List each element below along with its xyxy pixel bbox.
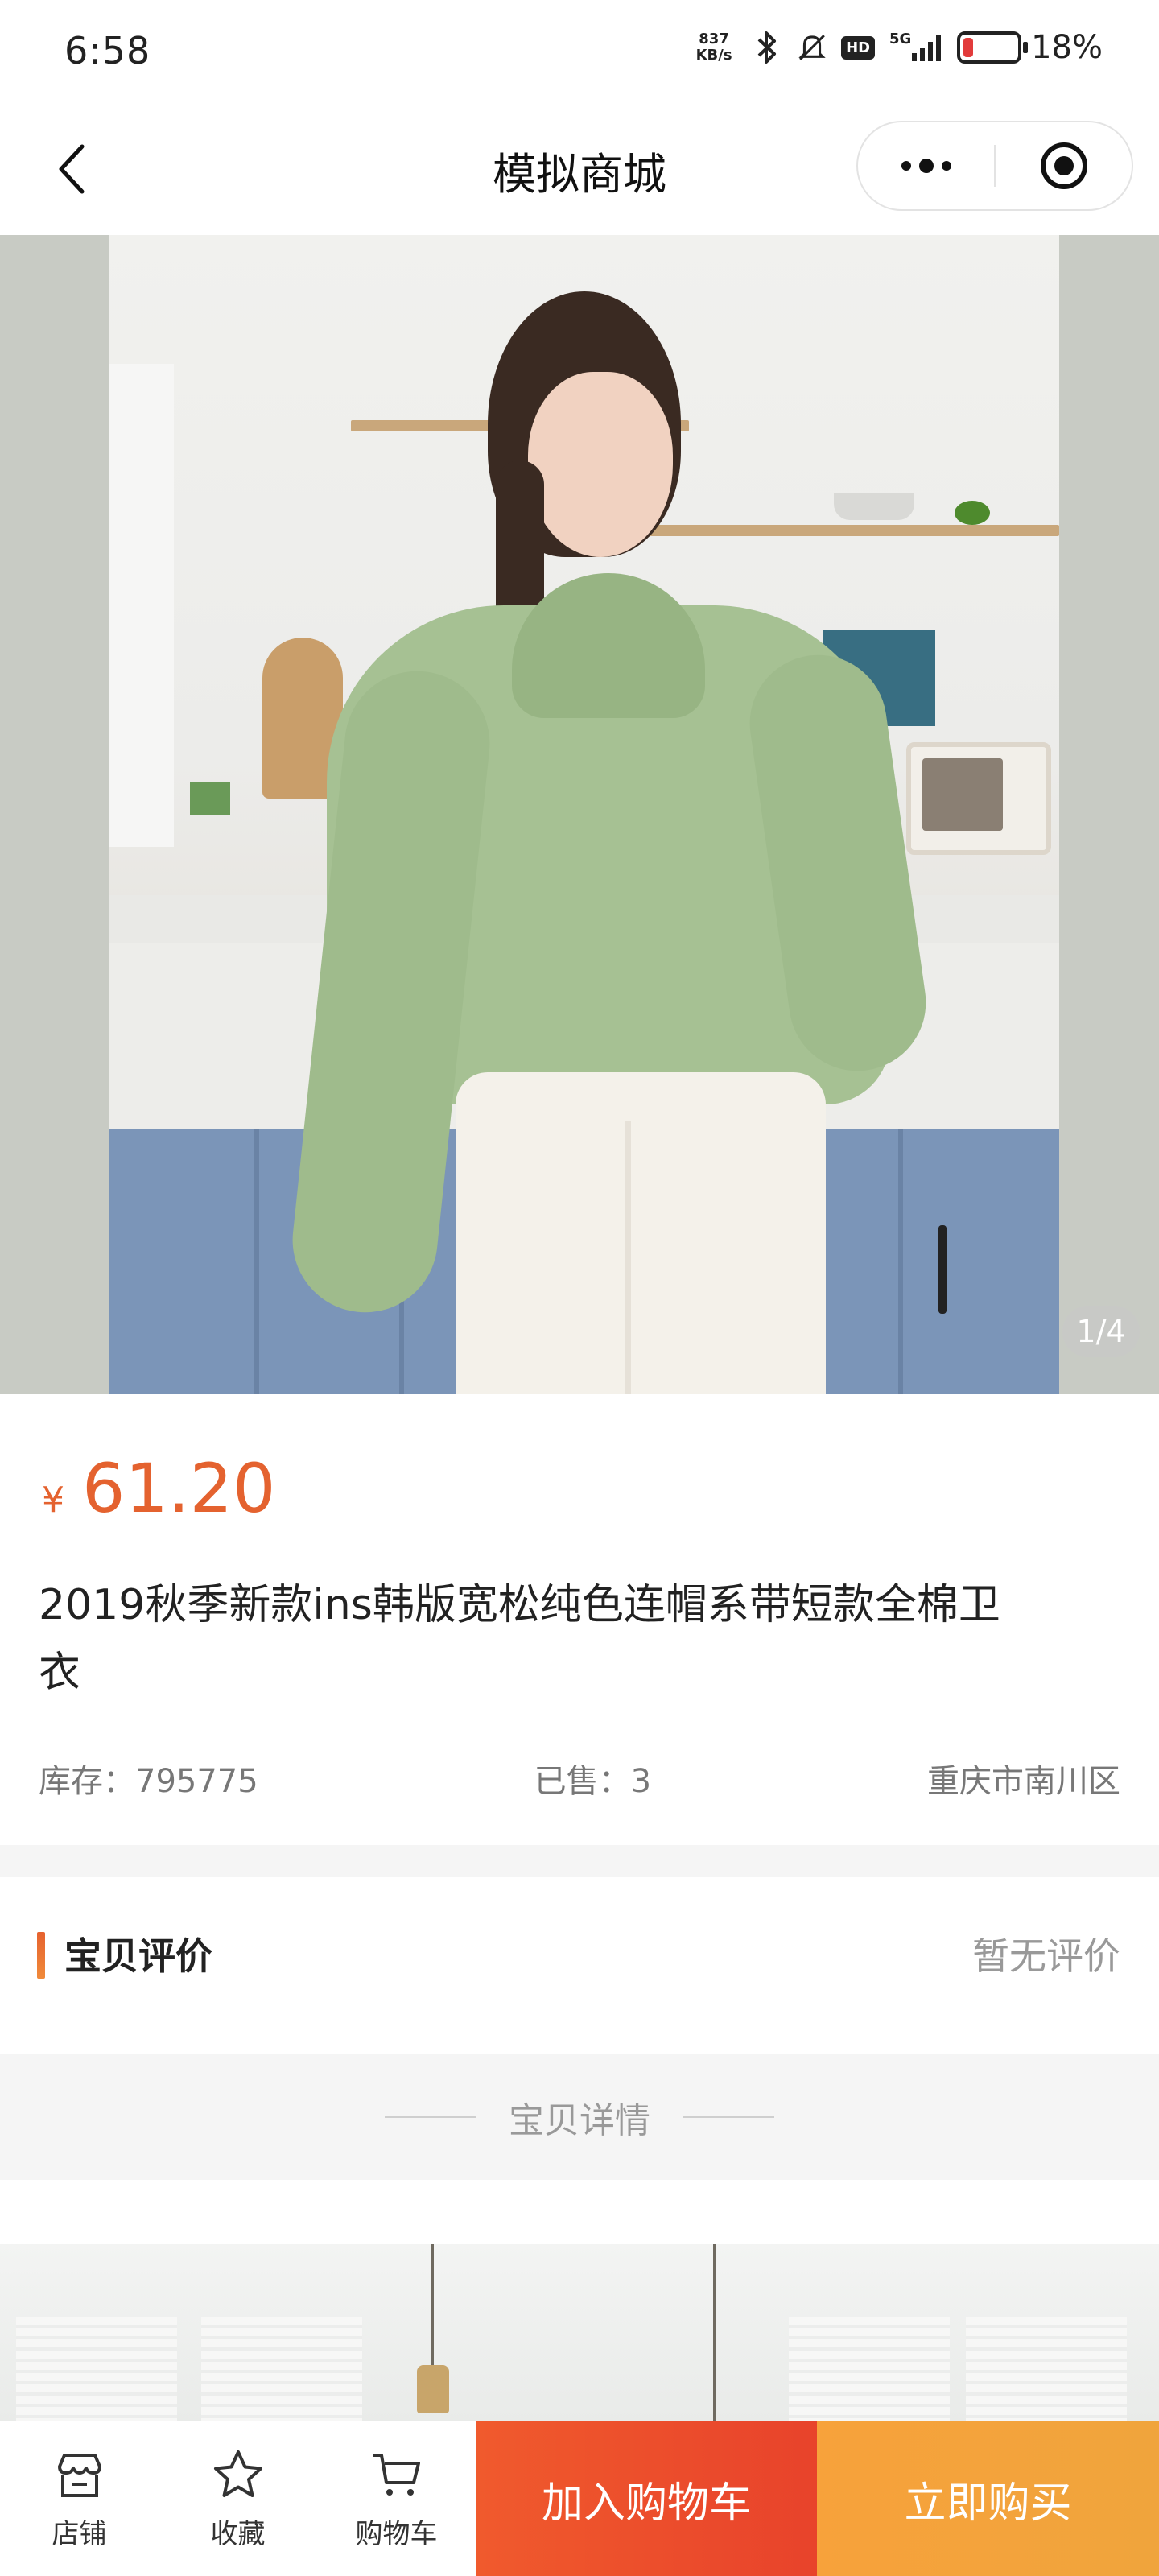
tab-cart-label: 购物车: [355, 2517, 438, 2550]
status-bar: 6:58 837 KB/s HD 5G 18%: [0, 0, 1159, 108]
details-heading: 宝贝详情: [509, 2100, 650, 2141]
price: ¥ 61.20: [42, 1449, 275, 1528]
status-time: 6:58: [64, 29, 151, 72]
product-photo: [109, 235, 1059, 1394]
details-header: 宝贝详情: [0, 2054, 1159, 2180]
battery-percent: 18%: [1031, 29, 1103, 66]
review-title: 宝贝评价: [64, 1934, 212, 1978]
bluetooth-icon: [751, 29, 783, 66]
tab-favorite-label: 收藏: [210, 2517, 266, 2550]
section-accent-bar: [37, 1932, 45, 1979]
location-text: 重庆市南川区: [927, 1763, 1120, 1800]
net-speed-value: 837: [699, 31, 729, 47]
nav-bar: 模拟商城: [0, 108, 1159, 235]
price-value: 61.20: [82, 1449, 276, 1528]
tab-store-label: 店铺: [52, 2517, 107, 2550]
detail-image: [0, 2244, 1159, 2421]
buy-now-button[interactable]: 立即购买: [817, 2421, 1159, 2576]
stock-text: 库存：795775: [39, 1763, 258, 1800]
review-section[interactable]: 宝贝评价 暂无评价: [0, 1877, 1159, 2054]
details-line-right: [683, 2116, 774, 2118]
network-speed: 837 KB/s: [690, 31, 738, 64]
close-mini-program-button[interactable]: [996, 122, 1132, 209]
cart-icon: [373, 2453, 420, 2496]
store-icon: [57, 2453, 101, 2497]
star-icon: [213, 2450, 262, 2497]
mute-icon: [796, 29, 828, 66]
signal-icon: 5G: [888, 29, 944, 66]
product-info: ¥ 61.20 2019秋季新款ins韩版宽松纯色连帽系带短款全棉卫衣 库存：7…: [0, 1394, 1159, 1845]
sold-text: 已售：3: [534, 1763, 652, 1800]
tab-cart[interactable]: 购物车: [317, 2421, 476, 2576]
net-speed-unit: KB/s: [695, 47, 732, 64]
product-image-carousel[interactable]: 1/4: [0, 235, 1159, 1394]
add-to-cart-button[interactable]: 加入购物车: [476, 2421, 817, 2576]
hd-icon: HD: [841, 35, 876, 60]
tab-favorite[interactable]: 收藏: [159, 2421, 317, 2576]
more-button[interactable]: [858, 122, 994, 209]
more-icon: [901, 159, 951, 173]
details-line-left: [385, 2116, 476, 2118]
battery-body: [957, 31, 1029, 64]
mini-program-capsule: [856, 121, 1133, 211]
review-empty-text: 暂无评价: [972, 1934, 1120, 1978]
bottom-action-bar: 店铺 收藏 购物车 加入购物车 立即购买: [0, 2421, 1159, 2576]
status-icons: 837 KB/s HD 5G 18%: [690, 29, 1103, 66]
tab-store[interactable]: 店铺: [0, 2421, 159, 2576]
carousel-counter: 1/4: [1062, 1306, 1140, 1357]
section-divider: [0, 1845, 1159, 1877]
product-title: 2019秋季新款ins韩版宽松纯色连帽系带短款全棉卫衣: [39, 1581, 1000, 1697]
battery-fill: [963, 38, 974, 57]
target-icon: [1040, 142, 1087, 189]
product-meta: 库存：795775 已售：3 重庆市南川区: [39, 1755, 1120, 1802]
signal-label: 5G: [889, 31, 911, 47]
battery-icon: 18%: [957, 29, 1103, 66]
price-currency: ¥: [42, 1480, 64, 1521]
